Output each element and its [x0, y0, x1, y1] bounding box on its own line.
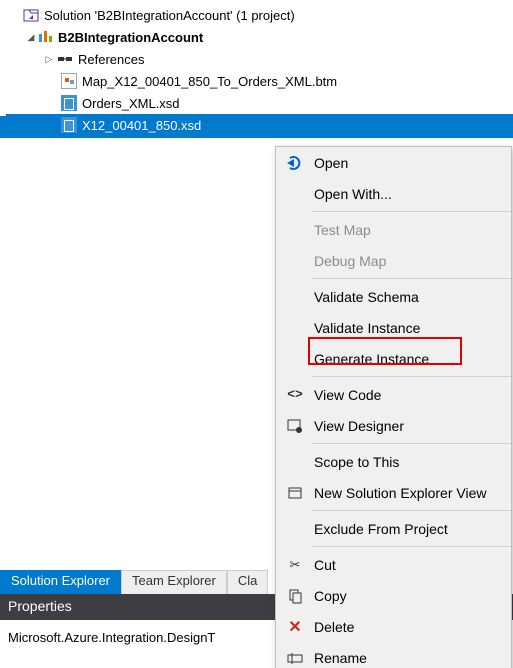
- references-node[interactable]: References: [6, 48, 513, 70]
- open-icon: [284, 152, 306, 174]
- cm-open[interactable]: Open: [276, 147, 511, 178]
- project-node[interactable]: B2BIntegrationAccount: [6, 26, 513, 48]
- file-orders-xsd[interactable]: Orders_XML.xsd: [6, 92, 513, 114]
- cm-view-designer[interactable]: View Designer: [276, 410, 511, 441]
- solution-node[interactable]: Solution 'B2BIntegrationAccount' (1 proj…: [6, 4, 513, 26]
- designer-icon: [284, 415, 306, 437]
- file-map[interactable]: Map_X12_00401_850_To_Orders_XML.btm: [6, 70, 513, 92]
- expander-icon[interactable]: [24, 30, 38, 44]
- file-label: Map_X12_00401_850_To_Orders_XML.btm: [82, 74, 337, 89]
- cm-new-sln-explorer-view[interactable]: New Solution Explorer View: [276, 477, 511, 508]
- cm-validate-instance[interactable]: Validate Instance: [276, 312, 511, 343]
- rename-icon: [284, 647, 306, 668]
- references-label: References: [78, 52, 144, 67]
- tab-team-explorer[interactable]: Team Explorer: [121, 570, 227, 594]
- separator: [312, 278, 511, 279]
- expander-icon[interactable]: [8, 8, 22, 22]
- xsd-file-icon: [60, 94, 78, 112]
- cm-debug-map: Debug Map: [276, 245, 511, 276]
- solution-label: Solution 'B2BIntegrationAccount' (1 proj…: [44, 8, 295, 23]
- project-label: B2BIntegrationAccount: [58, 30, 203, 45]
- xsd-file-icon: [60, 116, 78, 134]
- cm-generate-instance[interactable]: Generate Instance: [276, 343, 511, 374]
- cm-cut[interactable]: ✂ Cut: [276, 549, 511, 580]
- cm-scope[interactable]: Scope to This: [276, 446, 511, 477]
- copy-icon: [284, 585, 306, 607]
- cm-validate-schema[interactable]: Validate Schema: [276, 281, 511, 312]
- references-icon: [56, 50, 74, 68]
- cm-delete[interactable]: ✕ Delete: [276, 611, 511, 642]
- cut-icon: ✂: [284, 554, 306, 576]
- separator: [312, 211, 511, 212]
- cm-test-map: Test Map: [276, 214, 511, 245]
- file-label: Orders_XML.xsd: [82, 96, 180, 111]
- separator: [312, 376, 511, 377]
- solution-explorer-tree: Solution 'B2BIntegrationAccount' (1 proj…: [0, 0, 513, 136]
- window-icon: [284, 482, 306, 504]
- cm-rename[interactable]: Rename: [276, 642, 511, 668]
- separator: [312, 510, 511, 511]
- cm-open-with[interactable]: Open With...: [276, 178, 511, 209]
- delete-icon: ✕: [284, 616, 306, 638]
- map-file-icon: [60, 72, 78, 90]
- context-menu: Open Open With... Test Map Debug Map Val…: [275, 146, 512, 668]
- separator: [312, 443, 511, 444]
- expander-icon[interactable]: [42, 52, 56, 66]
- cm-copy[interactable]: Copy: [276, 580, 511, 611]
- file-x12-xsd[interactable]: X12_00401_850.xsd: [6, 114, 513, 136]
- cm-exclude[interactable]: Exclude From Project: [276, 513, 511, 544]
- project-icon: [38, 30, 54, 44]
- code-icon: <>: [284, 384, 306, 406]
- cm-view-code[interactable]: <> View Code: [276, 379, 511, 410]
- separator: [312, 546, 511, 547]
- file-label: X12_00401_850.xsd: [82, 118, 201, 133]
- solution-icon: [22, 6, 40, 24]
- tab-solution-explorer[interactable]: Solution Explorer: [0, 570, 121, 594]
- tab-class-view[interactable]: Cla: [227, 570, 269, 594]
